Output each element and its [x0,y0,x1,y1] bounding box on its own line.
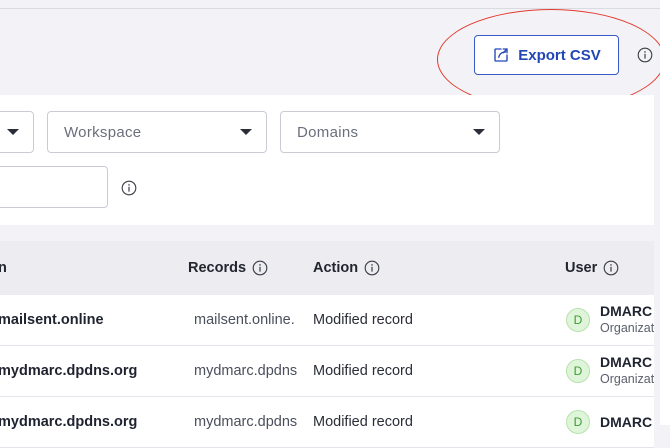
column-header-domain[interactable]: n [0,241,7,295]
page-edge [660,0,670,425]
column-header-action[interactable]: Action [313,241,380,295]
export-csv-button[interactable]: Export CSV [474,35,619,75]
info-icon[interactable] [364,260,380,276]
info-icon[interactable] [603,260,619,276]
user-cell: D DMARC [566,397,654,447]
action-cell: Modified record [313,414,413,430]
user-name: DMARC [600,354,653,370]
records-cell: mydmarc.dpdns [194,363,298,379]
user-cell: D DMARC Organizat [566,295,654,345]
user-name: DMARC [600,413,653,430]
chevron-down-icon [7,129,19,135]
avatar: D [566,359,590,383]
user-cell: D DMARC Organizat [566,346,654,396]
chevron-down-icon [240,129,252,135]
domain-cell: mydmarc.dpdns.org [0,414,138,430]
records-cell: mailsent.online. [194,312,295,328]
export-icon [492,46,510,64]
column-header-user[interactable]: User [565,241,619,295]
domains-placeholder: Domains [297,123,359,141]
column-header-records[interactable]: Records [188,241,268,295]
table-row[interactable]: mailsent.online mailsent.online. Modifie… [0,295,654,346]
table-header: n Records Action User [0,241,654,295]
records-cell: mydmarc.dpdns [194,414,298,430]
chevron-down-icon [473,129,485,135]
domain-cell: mailsent.online [0,312,104,328]
filter-text-input[interactable] [0,166,108,208]
info-icon[interactable] [252,260,268,276]
info-icon[interactable] [637,47,653,63]
workspace-select[interactable]: Workspace [47,111,267,153]
action-cell: Modified record [313,363,413,379]
domains-select[interactable]: Domains [280,111,500,153]
domain-cell: mydmarc.dpdns.org [0,363,138,379]
filter-select-partial[interactable] [0,111,34,153]
avatar: D [566,410,590,434]
table-row[interactable]: mydmarc.dpdns.org mydmarc.dpdns Modified… [0,397,654,448]
export-csv-label: Export CSV [518,46,601,64]
user-org: Organizat [600,372,654,386]
audit-log-table: n Records Action User mailsent.online ma… [0,241,654,448]
filter-panel: Workspace Domains [0,95,654,225]
info-icon[interactable] [121,180,137,196]
action-cell: Modified record [313,312,413,328]
workspace-placeholder: Workspace [64,123,142,141]
avatar: D [566,308,590,332]
user-org: Organizat [600,321,654,335]
top-divider [0,8,660,9]
table-row[interactable]: mydmarc.dpdns.org mydmarc.dpdns Modified… [0,346,654,397]
user-name: DMARC [600,303,653,319]
